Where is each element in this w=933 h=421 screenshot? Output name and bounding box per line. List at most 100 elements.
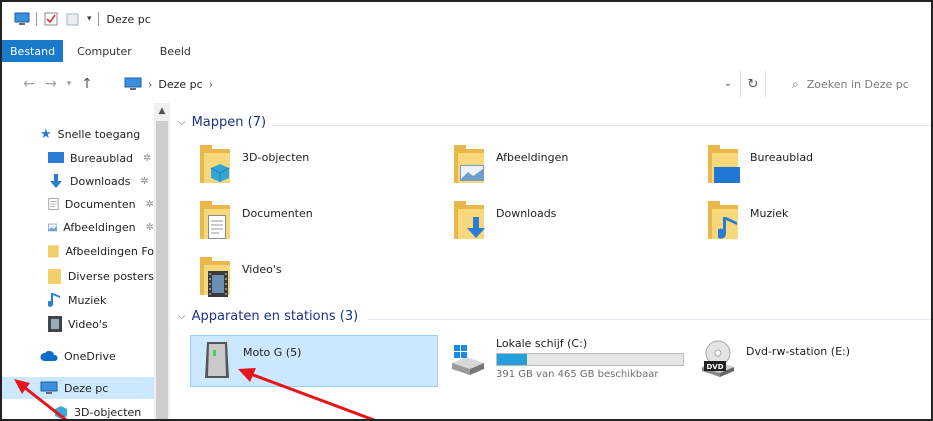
star-icon: ★ (40, 126, 52, 142)
pin-icon[interactable]: ✲ (146, 199, 154, 210)
folder-tile-bureaublad[interactable]: Bureaublad (708, 145, 813, 197)
pin-icon[interactable]: ✲ (143, 153, 151, 164)
cube-icon (210, 164, 230, 182)
phone-device-icon (205, 342, 229, 378)
sidebar-item-documenten[interactable]: Documenten ✲ (2, 193, 154, 215)
forward-arrow-icon[interactable]: → (40, 76, 62, 92)
search-input[interactable]: ⌕ Zoeken in Deze pc (778, 71, 931, 97)
tile-label: Muziek (750, 207, 789, 220)
tile-label: Downloads (496, 207, 557, 220)
sidebar-item-quick-access[interactable]: ★ Snelle toegang (2, 123, 154, 145)
download-arrow-icon (50, 174, 62, 188)
folder-tile-muziek[interactable]: Muziek (708, 201, 788, 253)
tile-label: 3D-objecten (242, 151, 310, 164)
folder-icon (200, 257, 232, 297)
tile-label: Afbeeldingen (496, 151, 569, 164)
film-icon (48, 316, 62, 332)
collapse-chevron-icon[interactable]: ⌵ (178, 117, 186, 128)
sidebar-item-onedrive[interactable]: OneDrive (2, 345, 154, 367)
group-divider (368, 319, 931, 320)
sidebar-item-3d-objecten[interactable]: 3D-objecten (2, 401, 154, 419)
refresh-icon[interactable]: ↻ (740, 71, 766, 97)
tile-label: Lokale schijf (C:) (496, 337, 588, 350)
sidebar-item-afbeeldingen-fo[interactable]: Afbeeldingen Fo (2, 240, 154, 262)
picture-icon (48, 223, 58, 231)
sidebar-item-label: Muziek (68, 293, 107, 307)
group-divider (272, 125, 931, 126)
tile-label: Documenten (242, 207, 313, 220)
sidebar-item-label: Afbeeldingen Fo (65, 244, 154, 258)
tab-computer[interactable]: Computer (63, 40, 146, 62)
computer-icon[interactable] (14, 12, 30, 26)
recent-dropdown-icon[interactable]: ▾ (62, 79, 76, 89)
sidebar-item-label: Video's (68, 317, 108, 331)
folder-tile-afbeeldingen[interactable]: Afbeeldingen (454, 145, 568, 197)
search-placeholder: Zoeken in Deze pc (806, 77, 909, 91)
address-dropdown-icon[interactable]: ⌄ (718, 73, 738, 93)
quick-access-dropdown-icon[interactable]: ▾ (87, 14, 92, 24)
sidebar-item-label: Downloads (70, 174, 131, 188)
desktop-icon (48, 152, 64, 163)
folder-tile-downloads[interactable]: Downloads (454, 201, 556, 253)
new-folder-icon[interactable] (65, 12, 81, 26)
collapse-chevron-icon[interactable]: ⌵ (178, 311, 186, 322)
folder-icon (454, 145, 486, 185)
tab-bestand[interactable]: Bestand (2, 40, 64, 62)
properties-icon[interactable] (43, 12, 59, 26)
sidebar-item-videos[interactable]: Video's (2, 313, 154, 335)
content-pane: ⌵ Mappen (7) 3D-objecten Afbeeldingen Bu… (172, 103, 931, 419)
folder-icon (454, 201, 486, 241)
pin-icon[interactable]: ✲ (146, 222, 154, 233)
sidebar-item-muziek[interactable]: Muziek (2, 289, 154, 311)
device-tile-moto-g[interactable]: Moto G (5) (190, 335, 438, 387)
ribbon-tabs: Bestand Computer Beeld (2, 40, 931, 62)
sidebar-item-label: Afbeeldingen (63, 220, 136, 234)
picture-icon (460, 165, 484, 181)
folder-icon (48, 269, 61, 284)
breadcrumb-deze-pc[interactable]: Deze pc (158, 78, 202, 91)
folders-group-header[interactable]: ⌵ Mappen (7) (178, 115, 266, 130)
drive-usage-bar (496, 353, 684, 366)
sidebar-item-label: Documenten (64, 197, 136, 211)
sidebar-item-label: Bureaublad (70, 151, 134, 165)
back-arrow-icon[interactable]: ← (18, 76, 40, 92)
sidebar-item-deze-pc[interactable]: Deze pc (2, 377, 154, 399)
cube-icon (55, 406, 67, 419)
devices-group-header[interactable]: ⌵ Apparaten en stations (3) (178, 309, 358, 324)
window-title: Deze pc (106, 12, 151, 26)
search-icon: ⌕ (792, 76, 799, 91)
explorer-window: ▾ Deze pc Bestand Computer Beeld ← → ▾ ↑… (0, 0, 933, 421)
title-bar: ▾ Deze pc (2, 2, 931, 36)
pin-icon[interactable]: ✲ (140, 176, 148, 187)
device-tile-dvd-rw[interactable]: DVD Dvd-rw-station (E:) (700, 339, 850, 391)
sidebar-item-downloads[interactable]: Downloads ✲ (2, 170, 154, 192)
scroll-up-arrow-icon[interactable]: ▲ (154, 103, 170, 119)
tab-beeld[interactable]: Beeld (146, 40, 205, 62)
device-tile-lokale-schijf[interactable]: Lokale schijf (C:) 391 GB van 465 GB bes… (450, 337, 684, 389)
folder-tile-documenten[interactable]: Documenten (200, 201, 313, 253)
breadcrumb-chevron-icon[interactable]: › (209, 78, 213, 91)
tile-label: Bureaublad (750, 151, 814, 164)
computer-icon (124, 77, 142, 90)
sidebar-item-label: 3D-objecten (74, 405, 142, 419)
address-row: ← → ▾ ↑ › Deze pc › ⌄ ↻ ⌕ Zoeken in Deze… (2, 68, 931, 100)
sidebar-item-label: Deze pc (64, 381, 109, 395)
address-bar[interactable]: › Deze pc › (120, 71, 764, 97)
sidebar-item-diverse-posters[interactable]: Diverse posters (2, 265, 154, 287)
tile-label: Video's (242, 263, 282, 276)
breadcrumb-chevron-icon[interactable]: › (148, 78, 152, 91)
folder-tile-3d-objecten[interactable]: 3D-objecten (200, 145, 309, 197)
scrollbar-thumb[interactable] (156, 121, 168, 419)
title-separator (97, 12, 99, 26)
up-arrow-icon[interactable]: ↑ (76, 76, 98, 92)
folder-tile-videos[interactable]: Video's (200, 257, 282, 309)
tile-label: Moto G (5) (243, 346, 302, 359)
hard-drive-icon (452, 345, 484, 375)
dvd-drive-icon: DVD (702, 340, 734, 377)
sidebar-item-afbeeldingen[interactable]: Afbeeldingen ✲ (2, 216, 154, 238)
film-icon (208, 271, 228, 297)
sidebar-item-bureaublad[interactable]: Bureaublad ✲ (2, 147, 154, 169)
music-note-icon (718, 217, 737, 239)
folder-icon (200, 201, 232, 241)
computer-icon (40, 381, 58, 394)
